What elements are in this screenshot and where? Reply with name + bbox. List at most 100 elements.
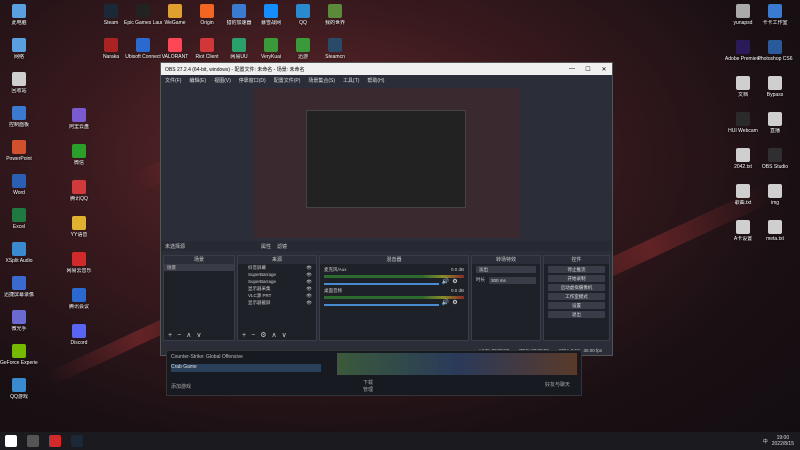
add-icon[interactable]: +: [168, 332, 172, 339]
desktop-icon[interactable]: 卡卡工作室: [756, 4, 794, 26]
down-icon[interactable]: ∨: [282, 331, 287, 339]
game-banners[interactable]: [337, 353, 577, 375]
scene-item[interactable]: 场景: [164, 264, 234, 271]
gear-icon[interactable]: ⚙: [452, 278, 457, 285]
desktop-icon[interactable]: OBS Studio: [756, 148, 794, 170]
maximize-button[interactable]: ☐: [580, 66, 596, 73]
close-button[interactable]: ✕: [596, 66, 612, 73]
desktop-icon[interactable]: 直播: [756, 112, 794, 134]
desktop-icon[interactable]: 控制面板: [0, 106, 38, 128]
desktop-icon[interactable]: 腾讯QQ: [60, 180, 98, 202]
menu-item[interactable]: 文件(F): [165, 77, 181, 84]
desktop-icon-label: meta.txt: [766, 236, 784, 242]
source-item[interactable]: SuperBarrage 👁: [238, 278, 316, 285]
obs-icon[interactable]: [27, 435, 39, 447]
desktop-icon[interactable]: PowerPoint: [0, 140, 38, 162]
source-item[interactable]: SuperBarrage 👁: [238, 271, 316, 278]
visibility-icon[interactable]: 👁: [306, 279, 312, 285]
desktop-icon[interactable]: 我的世界: [316, 4, 354, 26]
desktop-icon[interactable]: 微光手: [0, 310, 38, 332]
desktop-icon[interactable]: Word: [0, 174, 38, 196]
source-item[interactable]: 抖音屏幕 👁: [238, 264, 316, 271]
visibility-icon[interactable]: 👁: [306, 293, 312, 299]
properties-button[interactable]: 属性: [261, 243, 271, 250]
game-row-csgo[interactable]: Counter-Strike: Global Offensive: [171, 354, 321, 362]
volume-slider[interactable]: [324, 303, 439, 306]
control-button[interactable]: 启动虚拟摄像机: [548, 284, 605, 291]
obs-window[interactable]: OBS 27.2.4 (64-bit, windows) - 配置文件: 未命名…: [160, 62, 613, 356]
desktop-icon[interactable]: Bypass: [756, 76, 794, 98]
app-icon: [12, 106, 26, 120]
desktop-icon-label: 网易云音乐: [66, 268, 92, 274]
desktop-icon[interactable]: QQ游戏: [0, 378, 38, 400]
desktop-icon[interactable]: Photoshop CS6: [756, 40, 794, 62]
transition-select[interactable]: 淡出: [476, 266, 536, 273]
steam-icon[interactable]: [71, 435, 83, 447]
channel-db: 0.0 dB: [450, 267, 464, 272]
speaker-icon[interactable]: 🔊: [442, 278, 449, 285]
minimize-button[interactable]: —: [564, 66, 580, 72]
obs-titlebar[interactable]: OBS 27.2.4 (64-bit, windows) - 配置文件: 未命名…: [161, 63, 612, 75]
remove-icon[interactable]: −: [251, 332, 255, 339]
duration-input[interactable]: 300 ms: [489, 277, 536, 284]
source-item[interactable]: VLC源 PRT 👁: [238, 292, 316, 299]
control-button[interactable]: 开始录制: [548, 275, 605, 282]
down-icon[interactable]: ∨: [196, 331, 201, 339]
desktop-icon[interactable]: Steamcn: [316, 38, 354, 60]
menu-item[interactable]: 编辑(E): [189, 77, 206, 84]
ime-indicator[interactable]: 中: [763, 438, 768, 445]
netease-icon[interactable]: [49, 435, 61, 447]
control-button[interactable]: 设置: [548, 302, 605, 309]
desktop-icon[interactable]: 此电脑: [0, 4, 38, 26]
control-button[interactable]: 停止推流: [548, 266, 605, 273]
desktop-icon[interactable]: 微信: [60, 144, 98, 166]
remove-icon[interactable]: −: [177, 332, 181, 339]
desktop-icon[interactable]: 网络: [0, 38, 38, 60]
desktop-icon[interactable]: Excel: [0, 208, 38, 230]
preview-canvas[interactable]: [254, 88, 520, 238]
desktop-icon[interactable]: 网易云音乐: [60, 252, 98, 274]
game-row-crab[interactable]: Crab Game: [171, 364, 321, 372]
start-icon[interactable]: [5, 435, 17, 447]
visibility-icon[interactable]: 👁: [306, 265, 312, 271]
desktop-icon[interactable]: 阿里云盘: [60, 108, 98, 130]
menu-item[interactable]: 工具(T): [343, 77, 359, 84]
desktop-icon[interactable]: 迅捷屏幕录像: [0, 276, 38, 298]
control-button[interactable]: 工作室模式: [548, 293, 605, 300]
downloads-button[interactable]: 下载: [363, 379, 373, 386]
desktop-icon[interactable]: GeForce Experience: [0, 344, 38, 366]
clock[interactable]: 19:00 2022/8/15: [772, 435, 794, 447]
menu-item[interactable]: 场景集合(S): [308, 77, 335, 84]
filters-button[interactable]: 滤镜: [277, 243, 287, 250]
menu-item[interactable]: 配置文件(P): [274, 77, 301, 84]
desktop-icon[interactable]: XSplit Audio: [0, 242, 38, 264]
gear-icon[interactable]: ⚙: [260, 331, 266, 339]
menu-item[interactable]: 视图(V): [214, 77, 231, 84]
desktop-icon[interactable]: Discord: [60, 324, 98, 346]
app-icon: [168, 38, 182, 52]
desktop-icon[interactable]: YY语音: [60, 216, 98, 238]
menu-item[interactable]: 帮助(H): [367, 77, 384, 84]
menu-item[interactable]: 停靠窗口(D): [239, 77, 266, 84]
desktop-icon[interactable]: 回收站: [0, 72, 38, 94]
control-button[interactable]: 退出: [548, 311, 605, 318]
visibility-icon[interactable]: 👁: [306, 286, 312, 292]
desktop-icon[interactable]: meta.txt: [756, 220, 794, 242]
add-icon[interactable]: +: [242, 332, 246, 339]
up-icon[interactable]: ∧: [186, 331, 191, 339]
desktop-icon[interactable]: img: [756, 184, 794, 206]
add-game-button[interactable]: 添加游戏: [171, 383, 191, 390]
volume-slider[interactable]: [324, 282, 439, 285]
desktop-icon[interactable]: 腾讯会议: [60, 288, 98, 310]
visibility-icon[interactable]: 👁: [306, 272, 312, 278]
friends-chat-button[interactable]: 好友与聊天: [545, 381, 570, 388]
speaker-icon[interactable]: 🔊: [442, 299, 449, 306]
up-icon[interactable]: ∧: [271, 331, 276, 339]
source-item[interactable]: 显示器采集 👁: [238, 285, 316, 292]
steam-library-window[interactable]: Counter-Strike: Global Offensive Crab Ga…: [166, 350, 582, 396]
visibility-icon[interactable]: 👁: [306, 300, 312, 306]
source-item[interactable]: 显示器截屏 👁: [238, 299, 316, 306]
app-icon: [736, 4, 750, 18]
app-icon: [12, 378, 26, 392]
gear-icon[interactable]: ⚙: [452, 299, 457, 306]
